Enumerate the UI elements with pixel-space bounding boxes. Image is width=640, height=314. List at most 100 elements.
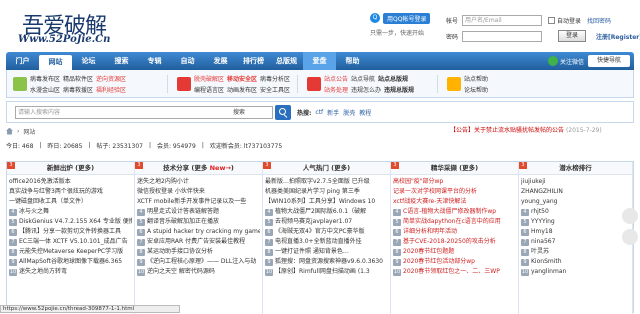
password-input[interactable] — [462, 30, 542, 42]
site-logo[interactable]: 吾爱破解 Www.52PoJie.Cn — [14, 8, 124, 48]
announcement[interactable]: 【公告】关于禁止流水贴骚扰帖发帖的公告 (2015-7-29) — [450, 124, 602, 138]
list-item[interactable]: 5 YYYYing — [521, 217, 630, 227]
nav-item[interactable]: 总版规 — [270, 52, 303, 70]
nav-item[interactable]: 排行榜 — [237, 52, 270, 70]
subnav-link[interactable]: 站点导航 — [351, 74, 375, 83]
list-item[interactable]: 4 rhjt50 — [521, 207, 630, 217]
list-item[interactable]: 2微信授权登录 小伙伴快来 — [135, 162, 260, 197]
nav-item[interactable]: 专辑 — [138, 52, 171, 70]
list-item[interactable]: 9 《逆向工程核心原理》—— DLL注入与劫 — [137, 257, 260, 267]
list-item[interactable]: 7 EC三端一体 XCTF V5.10.101_成品广告 — [9, 237, 132, 247]
list-item[interactable]: 9 AllMapSoft谷歌地球图像下载器6.365 — [9, 257, 132, 267]
list-item[interactable]: 8 2020春节红包题题 — [393, 247, 516, 257]
nav-item[interactable]: 自动 — [171, 52, 204, 70]
subnav-link[interactable]: 站点公告 — [324, 74, 348, 83]
list-item[interactable]: 10 迷失之地尚方转弯 — [9, 267, 132, 277]
list-item[interactable]: 6A stupid hacker try cracking my game — [137, 227, 260, 237]
list-item[interactable]: 2ZHANGZHILIN — [519, 162, 630, 197]
subnav-link[interactable]: 站点帮助 — [464, 74, 488, 83]
nav-item[interactable]: 网站 — [39, 55, 72, 70]
share-icon[interactable] — [622, 208, 638, 224]
list-item[interactable]: 3 xctf战疫大赛re-天津快解法 — [391, 162, 516, 207]
username-input[interactable]: 用户名/Email — [462, 14, 542, 26]
panel-header[interactable]: 技术分享 (更多 New→) — [135, 162, 262, 175]
list-item[interactable]: 6 《海贼无双4》官方中文PC豪华版 — [265, 227, 388, 237]
list-item[interactable]: 8 叶灵苏 — [521, 247, 630, 257]
list-item[interactable]: 6 详细分析和明年活动 — [393, 227, 516, 237]
nav-item[interactable]: 爱盘 — [303, 52, 336, 70]
list-item[interactable]: 5 翻译音乐破解加加正在播放 — [137, 217, 260, 227]
subnav-link[interactable]: 编程语言区 — [194, 85, 224, 94]
subnav-link[interactable]: 病毒分析区 — [260, 74, 290, 83]
list-item[interactable]: 2真实战争与红警3两个很炫玩的游戏 — [7, 162, 132, 197]
list-item[interactable]: 4 明星走式设计答表链解答题 — [137, 207, 260, 217]
subnav-link[interactable]: 安全工具区 — [260, 85, 290, 94]
subnav-link[interactable]: 站点总版规 — [378, 74, 408, 83]
list-item[interactable]: 10 2020春节领取红包之一、二、三WP — [393, 267, 516, 277]
qq-login-button[interactable]: 用QQ帐号登录 — [383, 12, 431, 24]
nav-item[interactable]: 发展 — [204, 52, 237, 70]
list-item[interactable]: 4 冰与火之舞 — [9, 207, 132, 217]
list-item[interactable]: 1高校园"疫"部分wp — [391, 162, 516, 187]
forgot-password-link[interactable]: 找回密码 — [587, 16, 611, 25]
list-item[interactable]: 4 C语言-植物大战僵尸修改器制作wp — [393, 207, 516, 217]
nav-item[interactable]: 帮助 — [336, 52, 369, 70]
hot-search-term[interactable]: ctf — [315, 109, 323, 116]
subnav-link[interactable]: 站务处理 — [324, 85, 348, 94]
nav-item[interactable]: 门户 — [6, 52, 39, 70]
panel-header[interactable]: 人气热门 (更多) — [263, 162, 390, 175]
list-item[interactable]: 5 去视频马赛克javplayer1.07 — [265, 217, 388, 227]
list-item[interactable]: 7 电视直播3.0+全新蓝动直播外挂 — [265, 237, 388, 247]
list-item[interactable]: 2机器类美国纪录片学习 ping 第三季 — [263, 162, 388, 197]
list-item[interactable]: 8 某运动助手接口协议分析 — [137, 247, 260, 257]
subnav-link[interactable]: 精品软件区 — [63, 74, 93, 83]
follow-wechat[interactable]: 关注微信 — [547, 55, 584, 67]
list-item[interactable]: 7 安卓应用RAR 付费广告安装最佳教程 — [137, 237, 260, 247]
breadcrumb-item[interactable]: 网站 — [23, 127, 35, 136]
panel-header[interactable]: 新鲜出炉 (更多) — [7, 162, 134, 175]
search-input[interactable]: 请输入搜索内容 — [15, 106, 243, 119]
list-item[interactable]: 4 植物大战僵尸2国际版6.0.1（破解 — [265, 207, 388, 217]
subnav-link[interactable]: 逆向资源区 — [96, 74, 126, 83]
subnav-link[interactable]: 违规总版规 — [384, 85, 414, 94]
panel-header[interactable]: 精华采撷 (更多) — [391, 162, 518, 175]
list-item[interactable]: 3 一键磁盘回收工具（单文件） — [7, 162, 132, 207]
search-button[interactable] — [275, 105, 291, 120]
panel-header[interactable]: 潜水榜排行 — [519, 162, 632, 175]
list-item[interactable]: 2记录一次对学校网课平台的分析 — [391, 162, 516, 197]
subnav-link[interactable]: 病毒发布区 — [30, 74, 60, 83]
qq-login[interactable]: Q 用QQ帐号登录 — [370, 12, 431, 24]
list-item[interactable]: 5 简单实战dapython在c语言中的应用 — [393, 217, 516, 227]
subnav-link[interactable]: 福利经验区 — [96, 85, 126, 94]
list-item[interactable]: 8 一键打证件照 通知背景色… — [265, 247, 388, 257]
home-icon[interactable] — [6, 127, 13, 135]
hot-search-term[interactable]: 脱壳 — [343, 108, 355, 117]
subnav-link[interactable]: 违规怎么办 — [351, 85, 381, 94]
list-item[interactable]: 10 yanglinman — [521, 267, 630, 277]
list-item[interactable]: 3 young_yang — [519, 162, 630, 207]
list-item[interactable]: 1jiujiukeji — [519, 162, 630, 187]
nav-item[interactable]: 论坛 — [72, 52, 105, 70]
subnav-link[interactable]: 动画发布区 — [227, 85, 257, 94]
list-item[interactable]: 3 【WIN10系列】工具分享】Windows 10 — [263, 162, 388, 207]
register-link[interactable]: 注册[Register] — [596, 32, 640, 41]
subnav-link[interactable]: 移动安全区 — [227, 74, 257, 83]
list-item[interactable]: 9 狐狸搜：网盘资源搜索神器v9.6.0.3630 — [265, 257, 388, 267]
auto-login-checkbox[interactable]: 自动登录 — [548, 16, 581, 25]
nav-item[interactable]: 搜索 — [105, 52, 138, 70]
list-item[interactable]: 6 Hmy18 — [521, 227, 630, 237]
list-item[interactable]: 1office2016免激活版本 — [7, 162, 132, 187]
list-item[interactable]: 7 nina567 — [521, 237, 630, 247]
subnav-link[interactable]: 病毒救援区 — [63, 85, 93, 94]
list-item[interactable]: 10 【原创】Rimfull网盘扫描动画 (1.3 — [265, 267, 388, 277]
wechat-share-icon[interactable] — [622, 229, 638, 245]
subnav-link[interactable]: 论坛帮助 — [464, 85, 488, 94]
list-item[interactable]: 3 XCTF mobile新手开发事件记录以及一些 — [135, 162, 260, 207]
list-item[interactable]: 1迷失之地2内购小计 — [135, 162, 260, 187]
list-item[interactable]: 10 逆向之天空 解密代码源码 — [137, 267, 260, 277]
login-button[interactable]: 登录 — [558, 30, 586, 42]
search-type-select[interactable]: 搜索 — [229, 106, 273, 119]
list-item[interactable]: 1最新版…拍照取字v2.7.5全面版 已升级 — [263, 162, 388, 187]
hot-search-term[interactable]: 新手 — [327, 108, 339, 117]
list-item[interactable]: 9 2020春节红包活动部分wp — [393, 257, 516, 267]
